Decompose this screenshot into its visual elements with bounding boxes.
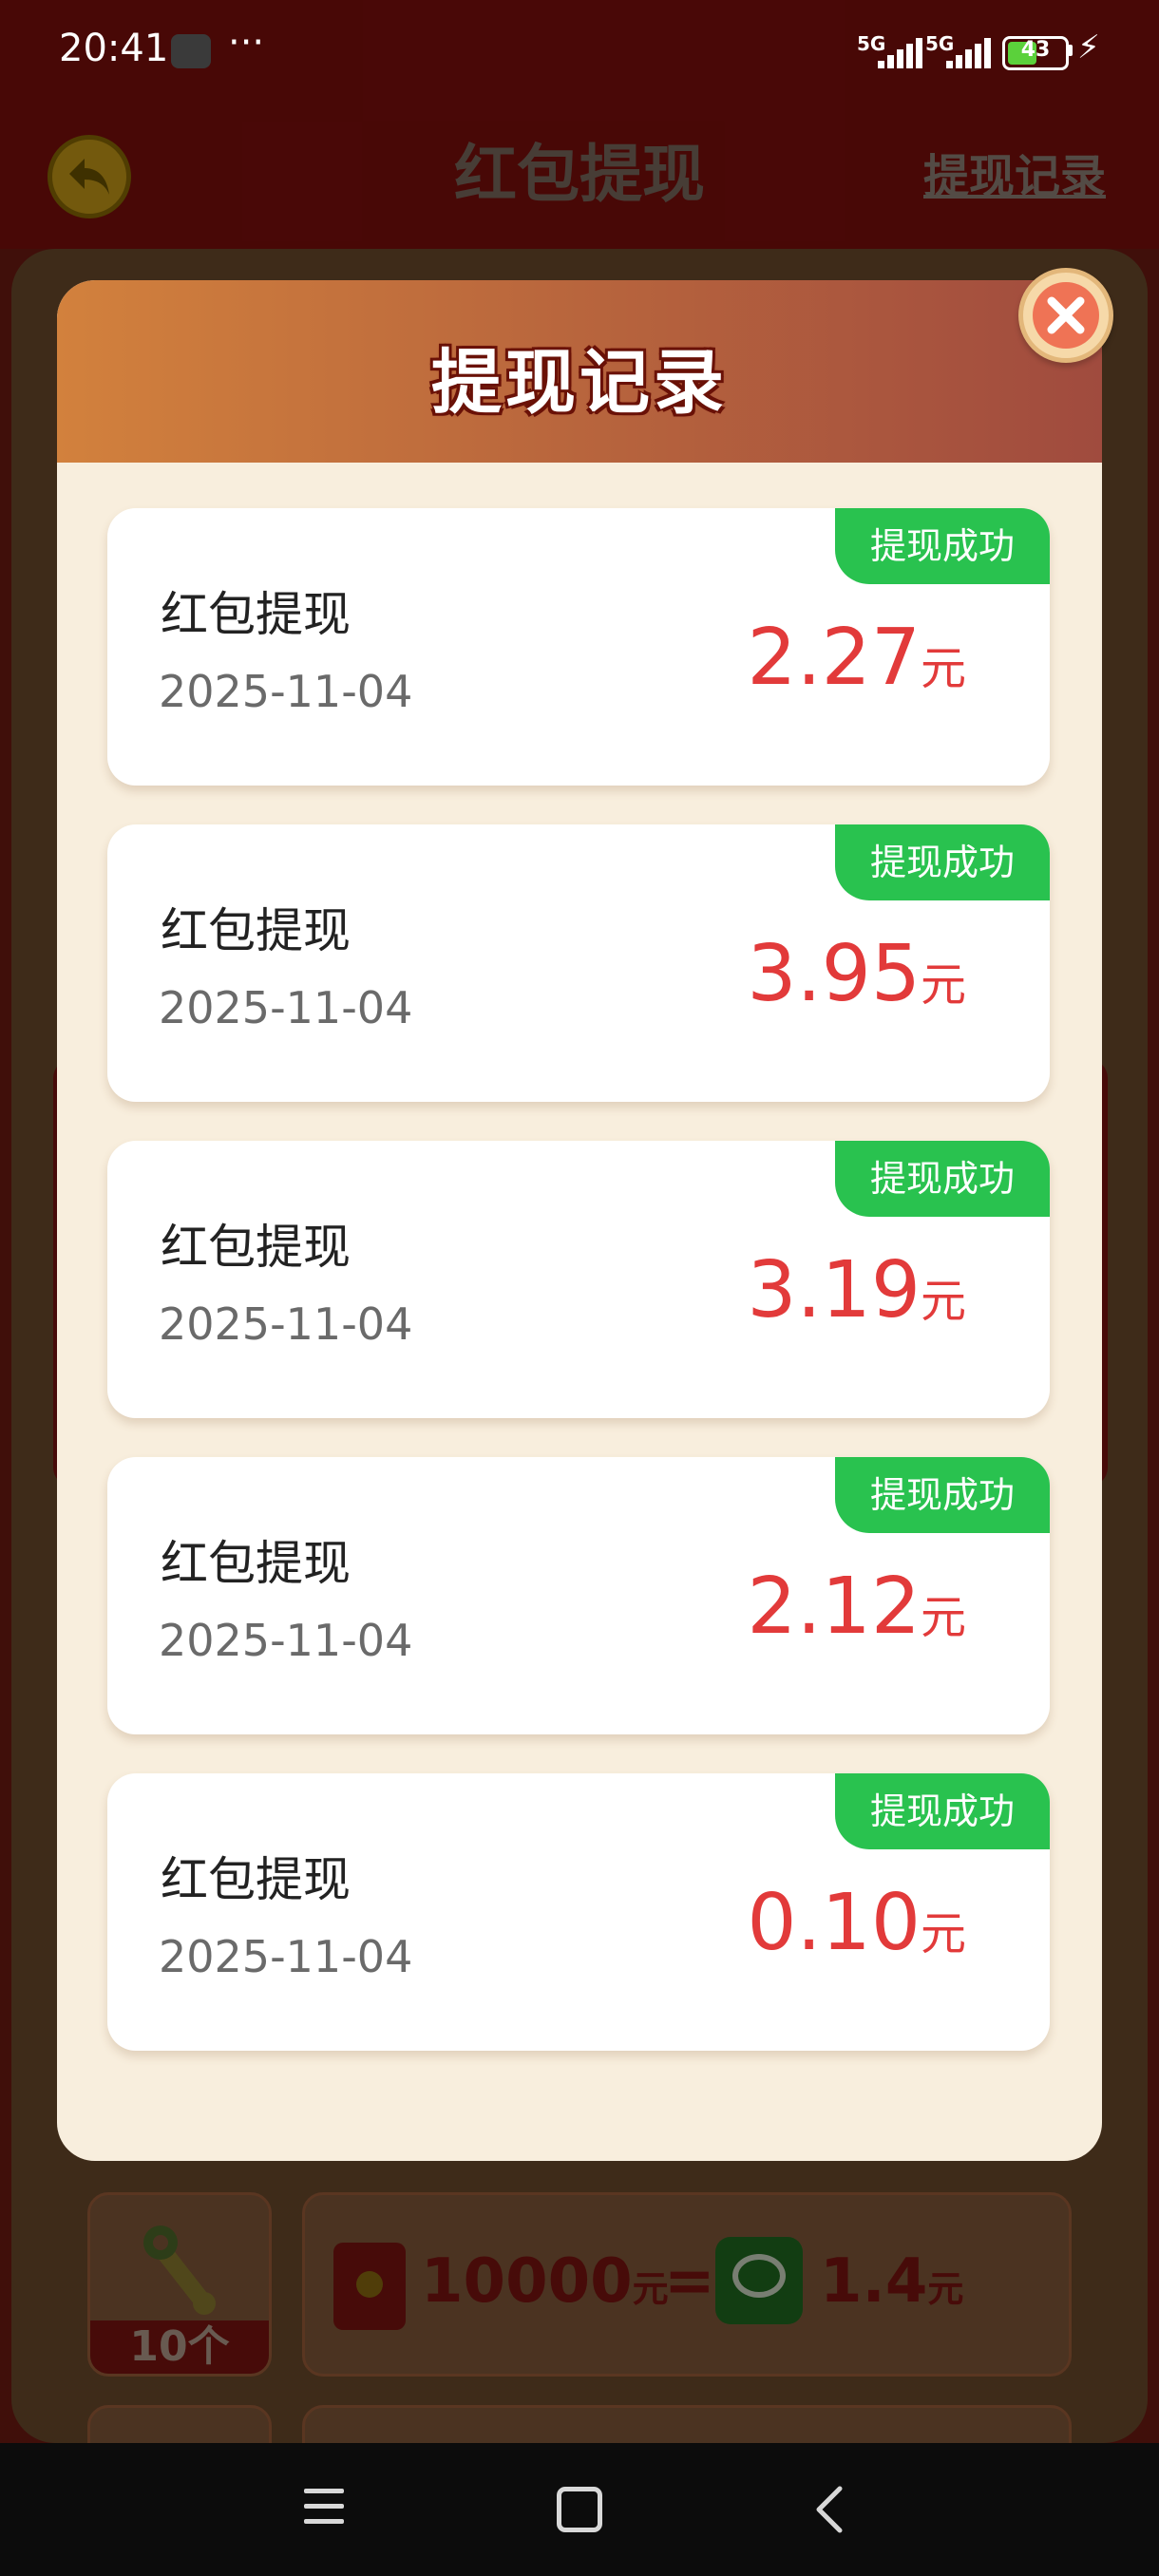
recents-menu-icon[interactable] — [304, 2489, 344, 2534]
system-nav-bar — [0, 2443, 1159, 2576]
home-icon[interactable] — [557, 2487, 602, 2532]
battery-icon: 43 — [1002, 36, 1069, 70]
status-time: 20:41 — [59, 27, 169, 70]
record-card: 红包提现 2025-11-04 3.19元 提现成功 — [107, 1141, 1050, 1418]
signal-1-icon — [878, 38, 925, 68]
record-date: 2025-11-04 — [159, 1615, 413, 1666]
status-badge: 提现成功 — [835, 824, 1050, 900]
record-title: 红包提现 — [161, 587, 351, 642]
notification-app-icon — [171, 34, 211, 68]
record-amount: 0.10元 — [747, 1878, 966, 1968]
record-date: 2025-11-04 — [159, 982, 413, 1033]
close-icon — [1047, 296, 1085, 334]
status-badge: 提现成功 — [835, 1773, 1050, 1849]
battery-tip — [1068, 45, 1073, 56]
withdraw-record-modal: 提现记录 红包提现 2025-11-04 2.27元 提现成功 红包提现 202… — [57, 280, 1102, 2161]
modal-title: 提现记录 — [431, 342, 728, 424]
record-title: 红包提现 — [161, 903, 351, 958]
record-card: 红包提现 2025-11-04 0.10元 提现成功 — [107, 1773, 1050, 2051]
record-card: 红包提现 2025-11-04 2.12元 提现成功 — [107, 1457, 1050, 1734]
nav-back-icon[interactable] — [815, 2485, 844, 2534]
status-bar: 20:41 ··· 5G 5G 43 ⚡ — [0, 0, 1159, 104]
close-button[interactable] — [1018, 268, 1113, 363]
modal-header: 提现记录 — [57, 280, 1102, 463]
more-notifications-icon: ··· — [228, 21, 265, 65]
record-amount: 2.27元 — [747, 613, 966, 703]
battery-level: 43 — [1020, 38, 1051, 62]
record-amount: 3.19元 — [747, 1245, 966, 1335]
record-amount: 3.95元 — [747, 929, 966, 1019]
record-card: 红包提现 2025-11-04 2.27元 提现成功 — [107, 508, 1050, 786]
status-badge: 提现成功 — [835, 1141, 1050, 1217]
status-badge: 提现成功 — [835, 1457, 1050, 1533]
signal-2-icon — [946, 38, 994, 68]
record-title: 红包提现 — [161, 1220, 351, 1275]
record-amount: 2.12元 — [747, 1562, 966, 1652]
record-date: 2025-11-04 — [159, 1931, 413, 1982]
record-date: 2025-11-04 — [159, 666, 413, 717]
status-badge: 提现成功 — [835, 508, 1050, 584]
charging-icon: ⚡ — [1077, 28, 1100, 66]
record-title: 红包提现 — [161, 1536, 351, 1591]
record-title: 红包提现 — [161, 1852, 351, 1907]
record-card: 红包提现 2025-11-04 3.95元 提现成功 — [107, 824, 1050, 1102]
record-date: 2025-11-04 — [159, 1298, 413, 1350]
